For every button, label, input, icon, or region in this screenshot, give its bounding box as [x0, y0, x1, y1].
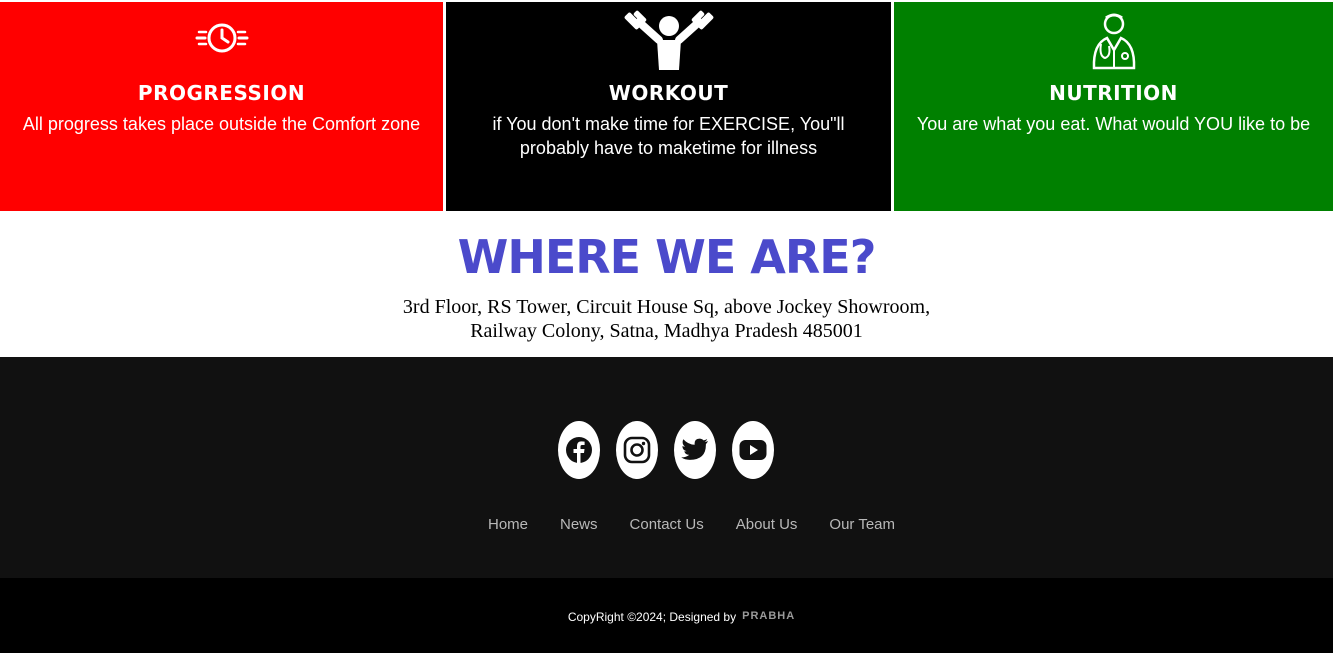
address: 3rd Floor, RS Tower, Circuit House Sq, a… — [0, 295, 1333, 343]
nav-link-news[interactable]: News — [560, 516, 598, 533]
instagram-icon — [623, 436, 650, 464]
twitter-link[interactable] — [673, 421, 716, 479]
social-links — [0, 357, 1333, 479]
facebook-link[interactable] — [557, 421, 600, 479]
location-title: WHERE WE ARE? — [457, 230, 877, 284]
twitter-icon — [680, 438, 708, 460]
footer: Home News Contact Us About Us Our Team — [0, 357, 1333, 578]
footer-nav: Home News Contact Us About Us Our Team — [50, 516, 1333, 533]
nav-link-about-us[interactable]: About Us — [736, 516, 798, 533]
location-section: WHERE WE ARE? 3rd Floor, RS Tower, Circu… — [0, 211, 1333, 357]
clock-icon — [0, 4, 443, 76]
feature-text: You are what you eat. What would YOU lik… — [916, 114, 1311, 134]
nav-link-contact-us[interactable]: Contact Us — [630, 516, 704, 533]
features-section: PROGRESSION All progress takes place out… — [0, 0, 1333, 211]
nav-link-home[interactable]: Home — [488, 516, 528, 533]
feature-title: WORKOUT — [608, 81, 729, 105]
facebook-icon — [565, 437, 592, 463]
feature-text: if You don't make time for EXERCISE, You… — [492, 114, 845, 158]
youtube-link[interactable] — [731, 421, 774, 479]
designer-brand[interactable]: PRABHA — [742, 610, 795, 622]
feature-title: NUTRITION — [1049, 81, 1178, 105]
feature-card-progression: PROGRESSION All progress takes place out… — [0, 2, 443, 211]
feature-card-nutrition: NUTRITION You are what you eat. What wou… — [894, 2, 1333, 211]
address-line-2: Railway Colony, Satna, Madhya Pradesh 48… — [470, 320, 863, 342]
feature-card-workout: WORKOUT if You don't make time for EXERC… — [446, 2, 891, 211]
doctor-icon — [894, 4, 1333, 76]
address-line-1: 3rd Floor, RS Tower, Circuit House Sq, a… — [402, 296, 931, 318]
nav-link-our-team[interactable]: Our Team — [829, 516, 895, 533]
copyright-bar: CopyRight ©2024; Designed by PRABHA — [0, 578, 1333, 653]
feature-title: PROGRESSION — [137, 81, 306, 105]
weightlifter-icon — [446, 4, 891, 76]
feature-text: All progress takes place outside the Com… — [22, 114, 421, 134]
youtube-icon — [739, 440, 766, 460]
instagram-link[interactable] — [615, 421, 658, 479]
copyright-text: CopyRight ©2024; Designed by — [567, 609, 737, 624]
